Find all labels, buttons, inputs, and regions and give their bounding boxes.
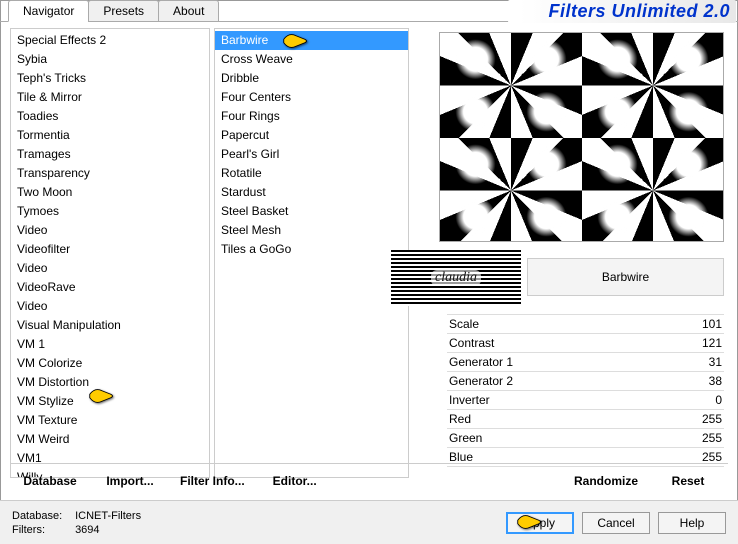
param-row[interactable]: Inverter0 (447, 391, 724, 410)
filter-name-box: Barbwire (527, 258, 724, 296)
list-item[interactable]: Teph's Tricks (11, 69, 209, 88)
status-text: Database: ICNET-Filters Filters: 3694 (12, 509, 141, 537)
list-item[interactable]: Barbwire (215, 31, 408, 50)
list-item[interactable]: VideoRave (11, 278, 209, 297)
list-item[interactable]: Four Centers (215, 88, 408, 107)
param-name: Contrast (449, 336, 682, 350)
filter-name-label: Barbwire (602, 270, 649, 284)
tabs: Navigator Presets About (8, 0, 218, 22)
app-title: Filters Unlimited 2.0 (508, 0, 736, 23)
status-db-value: ICNET-Filters (75, 510, 141, 522)
list-item[interactable]: Dribble (215, 69, 408, 88)
param-value: 0 (682, 393, 722, 407)
list-item[interactable]: Toadies (11, 107, 209, 126)
list-item[interactable]: Four Rings (215, 107, 408, 126)
list-item[interactable]: Rotatile (215, 164, 408, 183)
import-button[interactable]: Import... (90, 470, 170, 492)
param-value: 31 (682, 355, 722, 369)
param-value: 38 (682, 374, 722, 388)
filter-list[interactable]: BarbwireCross WeaveDribbleFour CentersFo… (215, 29, 408, 477)
list-item[interactable]: Videofilter (11, 240, 209, 259)
filter-info-button[interactable]: Filter Info... (170, 470, 255, 492)
list-item[interactable]: Two Moon (11, 183, 209, 202)
list-item[interactable]: Special Effects 2 (11, 31, 209, 50)
status-db-label: Database: (12, 509, 72, 523)
list-item[interactable]: VM Texture (11, 411, 209, 430)
list-item[interactable]: VM Distortion (11, 373, 209, 392)
list-item[interactable]: Steel Mesh (215, 221, 408, 240)
param-row[interactable]: Contrast121 (447, 334, 724, 353)
param-name: Inverter (449, 393, 682, 407)
mid-button-bar: Database Import... Filter Info... Editor… (10, 463, 728, 492)
list-item[interactable]: Papercut (215, 126, 408, 145)
list-item[interactable]: Visual Manipulation (11, 316, 209, 335)
reset-button[interactable]: Reset (648, 470, 728, 492)
list-item[interactable]: VM Stylize (11, 392, 209, 411)
param-name: Generator 2 (449, 374, 682, 388)
list-item[interactable]: Tramages (11, 145, 209, 164)
param-name: Blue (449, 450, 682, 464)
status-filters-value: 3694 (75, 524, 99, 536)
list-item[interactable]: Steel Basket (215, 202, 408, 221)
param-name: Green (449, 431, 682, 445)
param-value: 255 (682, 431, 722, 445)
param-value: 121 (682, 336, 722, 350)
editor-button[interactable]: Editor... (255, 470, 335, 492)
apply-button[interactable]: Apply (506, 512, 574, 534)
tab-navigator[interactable]: Navigator (8, 0, 89, 22)
list-item[interactable]: VM 1 (11, 335, 209, 354)
param-name: Generator 1 (449, 355, 682, 369)
param-row[interactable]: Green255 (447, 429, 724, 448)
param-row[interactable]: Scale101 (447, 314, 724, 334)
help-button[interactable]: Help (658, 512, 726, 534)
list-item[interactable]: VM Colorize (11, 354, 209, 373)
list-item[interactable]: Video (11, 259, 209, 278)
list-item[interactable]: Stardust (215, 183, 408, 202)
list-item[interactable]: Tymoes (11, 202, 209, 221)
randomize-button[interactable]: Randomize (564, 470, 648, 492)
param-value: 101 (682, 317, 722, 331)
param-value: 255 (682, 450, 722, 464)
database-button[interactable]: Database (10, 470, 90, 492)
list-item[interactable]: Pearl's Girl (215, 145, 408, 164)
list-item[interactable]: Tile & Mirror (11, 88, 209, 107)
param-name: Scale (449, 317, 682, 331)
list-item[interactable]: Tormentia (11, 126, 209, 145)
watermark-claudia: claudia (391, 250, 521, 306)
list-item[interactable]: Transparency (11, 164, 209, 183)
category-list-box: Special Effects 2SybiaTeph's TricksTile … (10, 28, 210, 478)
tab-about[interactable]: About (158, 0, 219, 22)
top-bar: Navigator Presets About Filters Unlimite… (0, 0, 738, 22)
category-list[interactable]: Special Effects 2SybiaTeph's TricksTile … (11, 29, 209, 477)
param-row[interactable]: Generator 238 (447, 372, 724, 391)
list-item[interactable]: Sybia (11, 50, 209, 69)
bottom-bar: Database: ICNET-Filters Filters: 3694 Ap… (0, 500, 738, 544)
preview-image (439, 32, 724, 242)
cancel-button[interactable]: Cancel (582, 512, 650, 534)
param-name: Red (449, 412, 682, 426)
param-value: 255 (682, 412, 722, 426)
list-item[interactable]: Cross Weave (215, 50, 408, 69)
param-row[interactable]: Generator 131 (447, 353, 724, 372)
list-item[interactable]: Tiles a GoGo (215, 240, 408, 259)
status-filters-label: Filters: (12, 523, 72, 537)
list-item[interactable]: Video (11, 221, 209, 240)
list-item[interactable]: VM Weird (11, 430, 209, 449)
list-item[interactable]: Video (11, 297, 209, 316)
param-row[interactable]: Red255 (447, 410, 724, 429)
tab-presets[interactable]: Presets (88, 0, 159, 22)
filter-list-box: BarbwireCross WeaveDribbleFour CentersFo… (214, 28, 409, 478)
parameter-list: Scale101Contrast121Generator 131Generato… (447, 314, 724, 467)
